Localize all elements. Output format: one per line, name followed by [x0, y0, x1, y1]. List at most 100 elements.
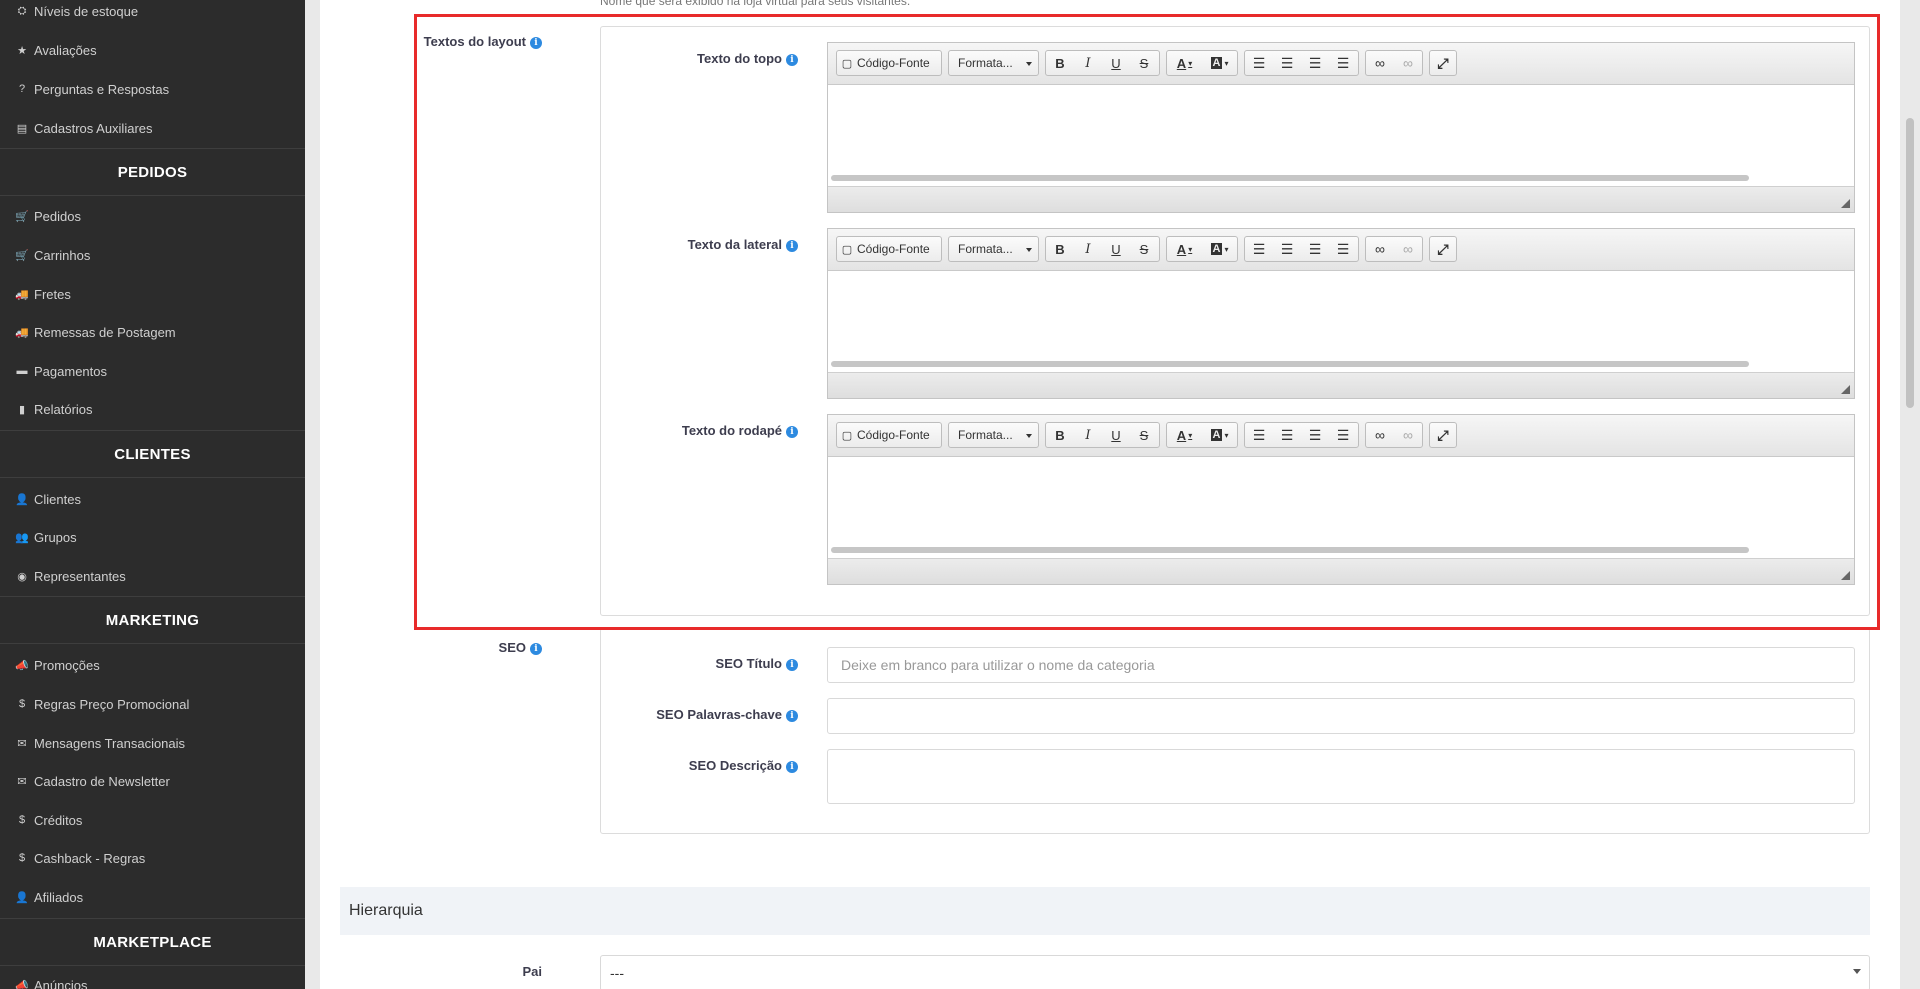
sidebar-item-representantes[interactable]: ◉ Representantes [0, 561, 305, 591]
sidebar-item-perguntas[interactable]: ? Perguntas e Respostas [0, 74, 305, 104]
text-color-button[interactable]: A ▾ [1167, 423, 1202, 447]
info-icon[interactable]: i [786, 659, 798, 671]
format-dropdown[interactable]: Formata... [948, 422, 1039, 448]
format-dropdown[interactable]: Formata... [948, 236, 1039, 262]
sidebar-item-afiliados[interactable]: 👤 Afiliados [0, 882, 305, 912]
strikethrough-button[interactable]: S [1130, 423, 1158, 447]
parent-select[interactable]: --- [600, 955, 1870, 989]
italic-button[interactable]: I [1074, 51, 1102, 75]
underline-button[interactable]: U [1102, 423, 1130, 447]
align-justify-icon[interactable]: ☰ [1329, 237, 1357, 261]
sidebar-item-fretes[interactable]: 🚚 Fretes [0, 279, 305, 309]
bg-color-button[interactable]: A ▾ [1202, 237, 1237, 261]
format-dropdown-label: Formata... [958, 428, 1013, 442]
bg-color-button[interactable]: A ▾ [1202, 51, 1237, 75]
source-code-button[interactable]: ▢ Código-Fonte [836, 50, 942, 76]
align-left-icon[interactable]: ☰ [1245, 51, 1273, 75]
align-right-icon[interactable]: ☰ [1301, 51, 1329, 75]
align-center-icon[interactable]: ☰ [1273, 423, 1301, 447]
link-icon[interactable]: ∞ [1366, 423, 1394, 447]
link-group: ∞ ∞ [1365, 50, 1423, 76]
unlink-icon[interactable]: ∞ [1394, 51, 1422, 75]
info-icon[interactable]: i [786, 54, 798, 66]
editor-content-area[interactable] [828, 85, 1854, 171]
bold-button[interactable]: B [1046, 423, 1074, 447]
text-style-group: B I U S [1045, 236, 1160, 262]
color-group: A ▾ A ▾ [1166, 422, 1238, 448]
align-right-icon[interactable]: ☰ [1301, 423, 1329, 447]
unlink-icon[interactable]: ∞ [1394, 237, 1422, 261]
sidebar-item-carrinhos[interactable]: 🛒 Carrinhos [0, 240, 305, 270]
editor-horizontal-scrollbar[interactable] [831, 361, 1749, 367]
text-color-button[interactable]: A ▾ [1167, 51, 1202, 75]
source-code-button[interactable]: ▢ Código-Fonte [836, 236, 942, 262]
sidebar-item-label: Fretes [34, 286, 71, 302]
source-code-label: Código-Fonte [857, 428, 930, 442]
sidebar-item-cadastros-auxiliares[interactable]: ▤ Cadastros Auxiliares [0, 113, 305, 143]
bold-button[interactable]: B [1046, 51, 1074, 75]
sidebar-item-label: Carrinhos [34, 247, 91, 263]
editor-content-area[interactable] [828, 457, 1854, 543]
editor-horizontal-scrollbar[interactable] [831, 547, 1749, 553]
maximize-button[interactable]: ⤢ [1429, 50, 1457, 76]
strikethrough-button[interactable]: S [1130, 51, 1158, 75]
sidebar-item-pedidos[interactable]: 🛒 Pedidos [0, 201, 305, 231]
bold-button[interactable]: B [1046, 237, 1074, 261]
underline-button[interactable]: U [1102, 51, 1130, 75]
bg-color-button[interactable]: A ▾ [1202, 423, 1237, 447]
sidebar-item-cashback[interactable]: $ Cashback - Regras [0, 843, 305, 873]
align-justify-icon[interactable]: ☰ [1329, 51, 1357, 75]
page-scrollbar[interactable] [1906, 118, 1914, 408]
sidebar-item-newsletter[interactable]: ✉ Cadastro de Newsletter [0, 766, 305, 796]
resize-handle-icon[interactable] [1841, 385, 1850, 394]
color-group: A ▾ A ▾ [1166, 50, 1238, 76]
text-color-button[interactable]: A ▾ [1167, 237, 1202, 261]
align-left-icon[interactable]: ☰ [1245, 423, 1273, 447]
link-icon[interactable]: ∞ [1366, 237, 1394, 261]
info-icon[interactable]: i [786, 761, 798, 773]
sidebar-item-pagamentos[interactable]: ▬ Pagamentos [0, 356, 305, 386]
resize-handle-icon[interactable] [1841, 199, 1850, 208]
sidebar-item-promocoes[interactable]: 📣 Promoções [0, 650, 305, 680]
sidebar-item-remessas[interactable]: 🚚 Remessas de Postagem [0, 317, 305, 347]
maximize-button[interactable]: ⤢ [1429, 422, 1457, 448]
sidebar-item-niveis-estoque[interactable]: ⛭ Níveis de estoque [0, 0, 305, 26]
seo-title-input[interactable]: Deixe em branco para utilizar o nome da … [827, 647, 1855, 683]
sidebar-item-anuncios[interactable]: 📣 Anúncios [0, 970, 305, 989]
align-left-icon[interactable]: ☰ [1245, 237, 1273, 261]
resize-handle-icon[interactable] [1841, 571, 1850, 580]
editor-horizontal-scrollbar[interactable] [831, 175, 1749, 181]
info-icon[interactable]: i [786, 426, 798, 438]
sidebar-item-mensagens[interactable]: ✉ Mensagens Transacionais [0, 728, 305, 758]
underline-button[interactable]: U [1102, 237, 1130, 261]
bg-color-icon: A [1210, 243, 1223, 255]
info-icon[interactable]: i [786, 240, 798, 252]
info-icon[interactable]: i [530, 37, 542, 49]
format-dropdown[interactable]: Formata... [948, 50, 1039, 76]
info-icon[interactable]: i [530, 643, 542, 655]
strikethrough-button[interactable]: S [1130, 237, 1158, 261]
align-justify-icon[interactable]: ☰ [1329, 423, 1357, 447]
source-code-button[interactable]: ▢ Código-Fonte [836, 422, 942, 448]
user-icon: 👤 [15, 493, 29, 506]
maximize-button[interactable]: ⤢ [1429, 236, 1457, 262]
sidebar-item-relatorios[interactable]: ▮ Relatórios [0, 394, 305, 424]
sidebar-item-grupos[interactable]: 👥 Grupos [0, 522, 305, 552]
unlink-icon[interactable]: ∞ [1394, 423, 1422, 447]
truck-icon: 🚚 [15, 288, 29, 301]
italic-button[interactable]: I [1074, 237, 1102, 261]
align-center-icon[interactable]: ☰ [1273, 237, 1301, 261]
source-code-label: Código-Fonte [857, 56, 930, 70]
sidebar-item-creditos[interactable]: $ Créditos [0, 805, 305, 835]
seo-description-textarea[interactable] [827, 749, 1855, 804]
align-right-icon[interactable]: ☰ [1301, 237, 1329, 261]
sidebar-item-avaliacoes[interactable]: ★ Avaliações [0, 35, 305, 65]
align-center-icon[interactable]: ☰ [1273, 51, 1301, 75]
seo-keywords-input[interactable] [827, 698, 1855, 734]
link-icon[interactable]: ∞ [1366, 51, 1394, 75]
info-icon[interactable]: i [786, 710, 798, 722]
sidebar-item-clientes[interactable]: 👤 Clientes [0, 484, 305, 514]
editor-content-area[interactable] [828, 271, 1854, 357]
sidebar-item-regras-preco[interactable]: $ Regras Preço Promocional [0, 689, 305, 719]
italic-button[interactable]: I [1074, 423, 1102, 447]
